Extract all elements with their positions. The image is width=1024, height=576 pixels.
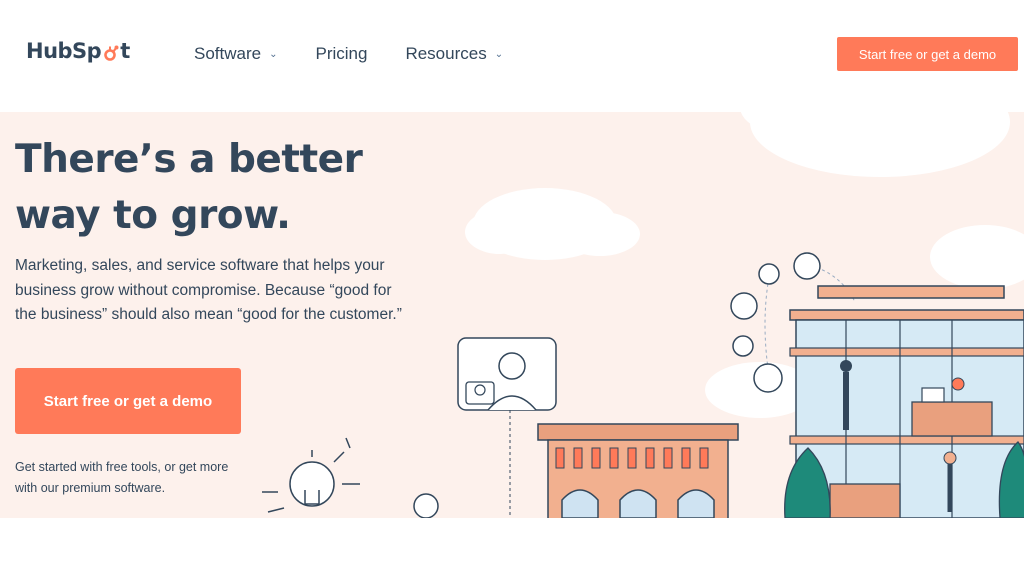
chevron-down-icon: ⌄ <box>494 48 504 60</box>
nav-resources-label: Resources <box>405 44 487 63</box>
lightbulb-icon <box>262 437 360 513</box>
main-nav: Software ⌄ Pricing Resources ⌄ <box>194 44 541 64</box>
hero-start-free-button[interactable]: Start free or get a demo <box>15 368 241 434</box>
chevron-down-icon: ⌄ <box>269 48 278 60</box>
hero-description: Marketing, sales, and service software t… <box>15 257 402 323</box>
page-bottom-area <box>0 518 1024 576</box>
hubspot-logo[interactable]: HubSp t <box>26 39 130 63</box>
hero-title: There’s a better way to grow. <box>15 137 363 238</box>
logo-text-right: t <box>120 39 130 63</box>
nav-pricing-label: Pricing <box>315 44 368 63</box>
hubspot-sprocket-icon <box>102 43 119 61</box>
site-header: HubSp t Software ⌄ Pricing Resources ⌄ S… <box>0 0 1024 112</box>
header-start-free-button[interactable]: Start free or get a demo <box>837 37 1018 71</box>
nav-software[interactable]: Software ⌄ <box>194 44 277 64</box>
nav-pricing[interactable]: Pricing <box>315 44 367 64</box>
logo-text-left: HubSp <box>26 39 102 63</box>
hero-section: There’s a better way to grow. Marketing,… <box>0 112 1024 518</box>
hero-note: Get started with free tools, or get more… <box>15 460 229 495</box>
nav-software-label: Software <box>194 44 262 63</box>
nav-resources[interactable]: Resources ⌄ <box>405 44 503 64</box>
